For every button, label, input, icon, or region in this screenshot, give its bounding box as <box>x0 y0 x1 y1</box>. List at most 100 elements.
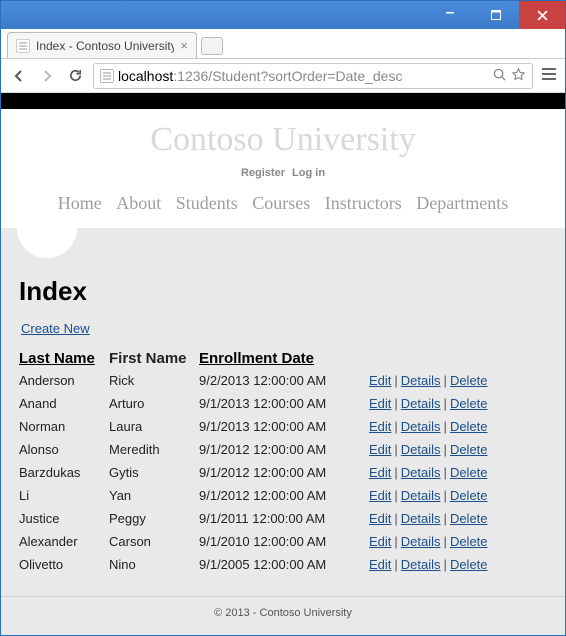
table-row: LiYan9/1/2012 12:00:00 AMEdit|Details|De… <box>19 484 547 507</box>
window-close-button[interactable] <box>519 1 565 29</box>
separator: | <box>394 534 397 549</box>
cell-enrollment-date: 9/1/2013 12:00:00 AM <box>199 415 369 438</box>
table-row: OlivettoNino9/1/2005 12:00:00 AMEdit|Det… <box>19 553 547 576</box>
delete-link[interactable]: Delete <box>450 396 488 411</box>
cell-enrollment-date: 9/1/2012 12:00:00 AM <box>199 484 369 507</box>
content: Index Create New Last Name First Name En… <box>1 258 565 596</box>
nav-home[interactable]: Home <box>58 193 102 213</box>
header-black-bar <box>1 93 565 109</box>
separator: | <box>444 419 447 434</box>
edit-link[interactable]: Edit <box>369 419 391 434</box>
address-bar[interactable]: localhost:1236/Student?sortOrder=Date_de… <box>93 63 533 89</box>
cell-enrollment-date: 9/1/2013 12:00:00 AM <box>199 392 369 415</box>
details-link[interactable]: Details <box>401 373 441 388</box>
url-host: localhost <box>118 68 173 84</box>
sort-last-name[interactable]: Last Name <box>19 350 95 367</box>
footer-text: © 2013 - Contoso University <box>214 607 352 619</box>
cell-actions: Edit|Details|Delete <box>369 461 547 484</box>
page-title: Index <box>19 276 547 307</box>
nav-courses[interactable]: Courses <box>252 193 310 213</box>
main-nav: Home About Students Courses Instructors … <box>1 193 565 214</box>
cell-last-name: Anand <box>19 392 109 415</box>
cell-enrollment-date: 9/1/2010 12:00:00 AM <box>199 530 369 553</box>
bookmark-icon[interactable] <box>511 67 526 85</box>
delete-link[interactable]: Delete <box>450 534 488 549</box>
separator: | <box>444 511 447 526</box>
login-link[interactable]: Log in <box>292 167 325 179</box>
sort-enrollment-date[interactable]: Enrollment Date <box>199 350 314 367</box>
delete-link[interactable]: Delete <box>450 465 488 480</box>
register-link[interactable]: Register <box>241 167 285 179</box>
page-body: Contoso University Register Log in Home … <box>1 109 565 635</box>
cell-enrollment-date: 9/1/2012 12:00:00 AM <box>199 438 369 461</box>
back-button[interactable] <box>9 66 29 86</box>
cell-enrollment-date: 9/1/2012 12:00:00 AM <box>199 461 369 484</box>
separator: | <box>394 373 397 388</box>
tab-title: Index - Contoso University <box>36 39 174 53</box>
tab-strip: Index - Contoso University × <box>1 29 565 59</box>
zoom-icon[interactable] <box>492 67 507 85</box>
forward-button[interactable] <box>37 66 57 86</box>
cell-actions: Edit|Details|Delete <box>369 415 547 438</box>
cell-actions: Edit|Details|Delete <box>369 438 547 461</box>
window-minimize-button[interactable] <box>427 1 473 29</box>
new-tab-button[interactable] <box>201 37 223 55</box>
details-link[interactable]: Details <box>401 488 441 503</box>
nav-about[interactable]: About <box>116 193 161 213</box>
edit-link[interactable]: Edit <box>369 488 391 503</box>
edit-link[interactable]: Edit <box>369 511 391 526</box>
menu-button[interactable] <box>541 67 557 84</box>
details-link[interactable]: Details <box>401 419 441 434</box>
nav-departments[interactable]: Departments <box>416 193 508 213</box>
cell-last-name: Justice <box>19 507 109 530</box>
edit-link[interactable]: Edit <box>369 534 391 549</box>
cell-actions: Edit|Details|Delete <box>369 369 547 392</box>
delete-link[interactable]: Delete <box>450 419 488 434</box>
nav-instructors[interactable]: Instructors <box>325 193 402 213</box>
edit-link[interactable]: Edit <box>369 557 391 572</box>
tab-close-icon[interactable]: × <box>180 38 188 53</box>
edit-link[interactable]: Edit <box>369 442 391 457</box>
edit-link[interactable]: Edit <box>369 396 391 411</box>
browser-tab[interactable]: Index - Contoso University × <box>7 32 197 58</box>
separator: | <box>444 557 447 572</box>
details-link[interactable]: Details <box>401 557 441 572</box>
separator: | <box>394 442 397 457</box>
reload-button[interactable] <box>65 66 85 86</box>
delete-link[interactable]: Delete <box>450 442 488 457</box>
nav-students[interactable]: Students <box>176 193 238 213</box>
window-maximize-button[interactable] <box>473 1 519 29</box>
cell-actions: Edit|Details|Delete <box>369 507 547 530</box>
separator: | <box>444 442 447 457</box>
cell-enrollment-date: 9/1/2005 12:00:00 AM <box>199 553 369 576</box>
cell-actions: Edit|Details|Delete <box>369 392 547 415</box>
students-table: Last Name First Name Enrollment Date And… <box>19 348 547 576</box>
cell-first-name: Nino <box>109 553 199 576</box>
edit-link[interactable]: Edit <box>369 373 391 388</box>
delete-link[interactable]: Delete <box>450 373 488 388</box>
header-notch <box>17 228 77 258</box>
create-new-link[interactable]: Create New <box>21 321 90 336</box>
delete-link[interactable]: Delete <box>450 488 488 503</box>
details-link[interactable]: Details <box>401 396 441 411</box>
edit-link[interactable]: Edit <box>369 465 391 480</box>
separator: | <box>394 557 397 572</box>
delete-link[interactable]: Delete <box>450 557 488 572</box>
delete-link[interactable]: Delete <box>450 511 488 526</box>
details-link[interactable]: Details <box>401 465 441 480</box>
separator: | <box>394 488 397 503</box>
site-logo[interactable]: Contoso University <box>1 121 565 159</box>
cell-enrollment-date: 9/2/2013 12:00:00 AM <box>199 369 369 392</box>
details-link[interactable]: Details <box>401 534 441 549</box>
details-link[interactable]: Details <box>401 442 441 457</box>
separator: | <box>444 465 447 480</box>
cell-last-name: Barzdukas <box>19 461 109 484</box>
cell-first-name: Carson <box>109 530 199 553</box>
table-row: AlexanderCarson9/1/2010 12:00:00 AMEdit|… <box>19 530 547 553</box>
cell-enrollment-date: 9/1/2011 12:00:00 AM <box>199 507 369 530</box>
separator: | <box>444 373 447 388</box>
account-links: Register Log in <box>1 167 565 179</box>
details-link[interactable]: Details <box>401 511 441 526</box>
browser-window: Index - Contoso University × localhost:1… <box>0 0 566 636</box>
separator: | <box>394 396 397 411</box>
